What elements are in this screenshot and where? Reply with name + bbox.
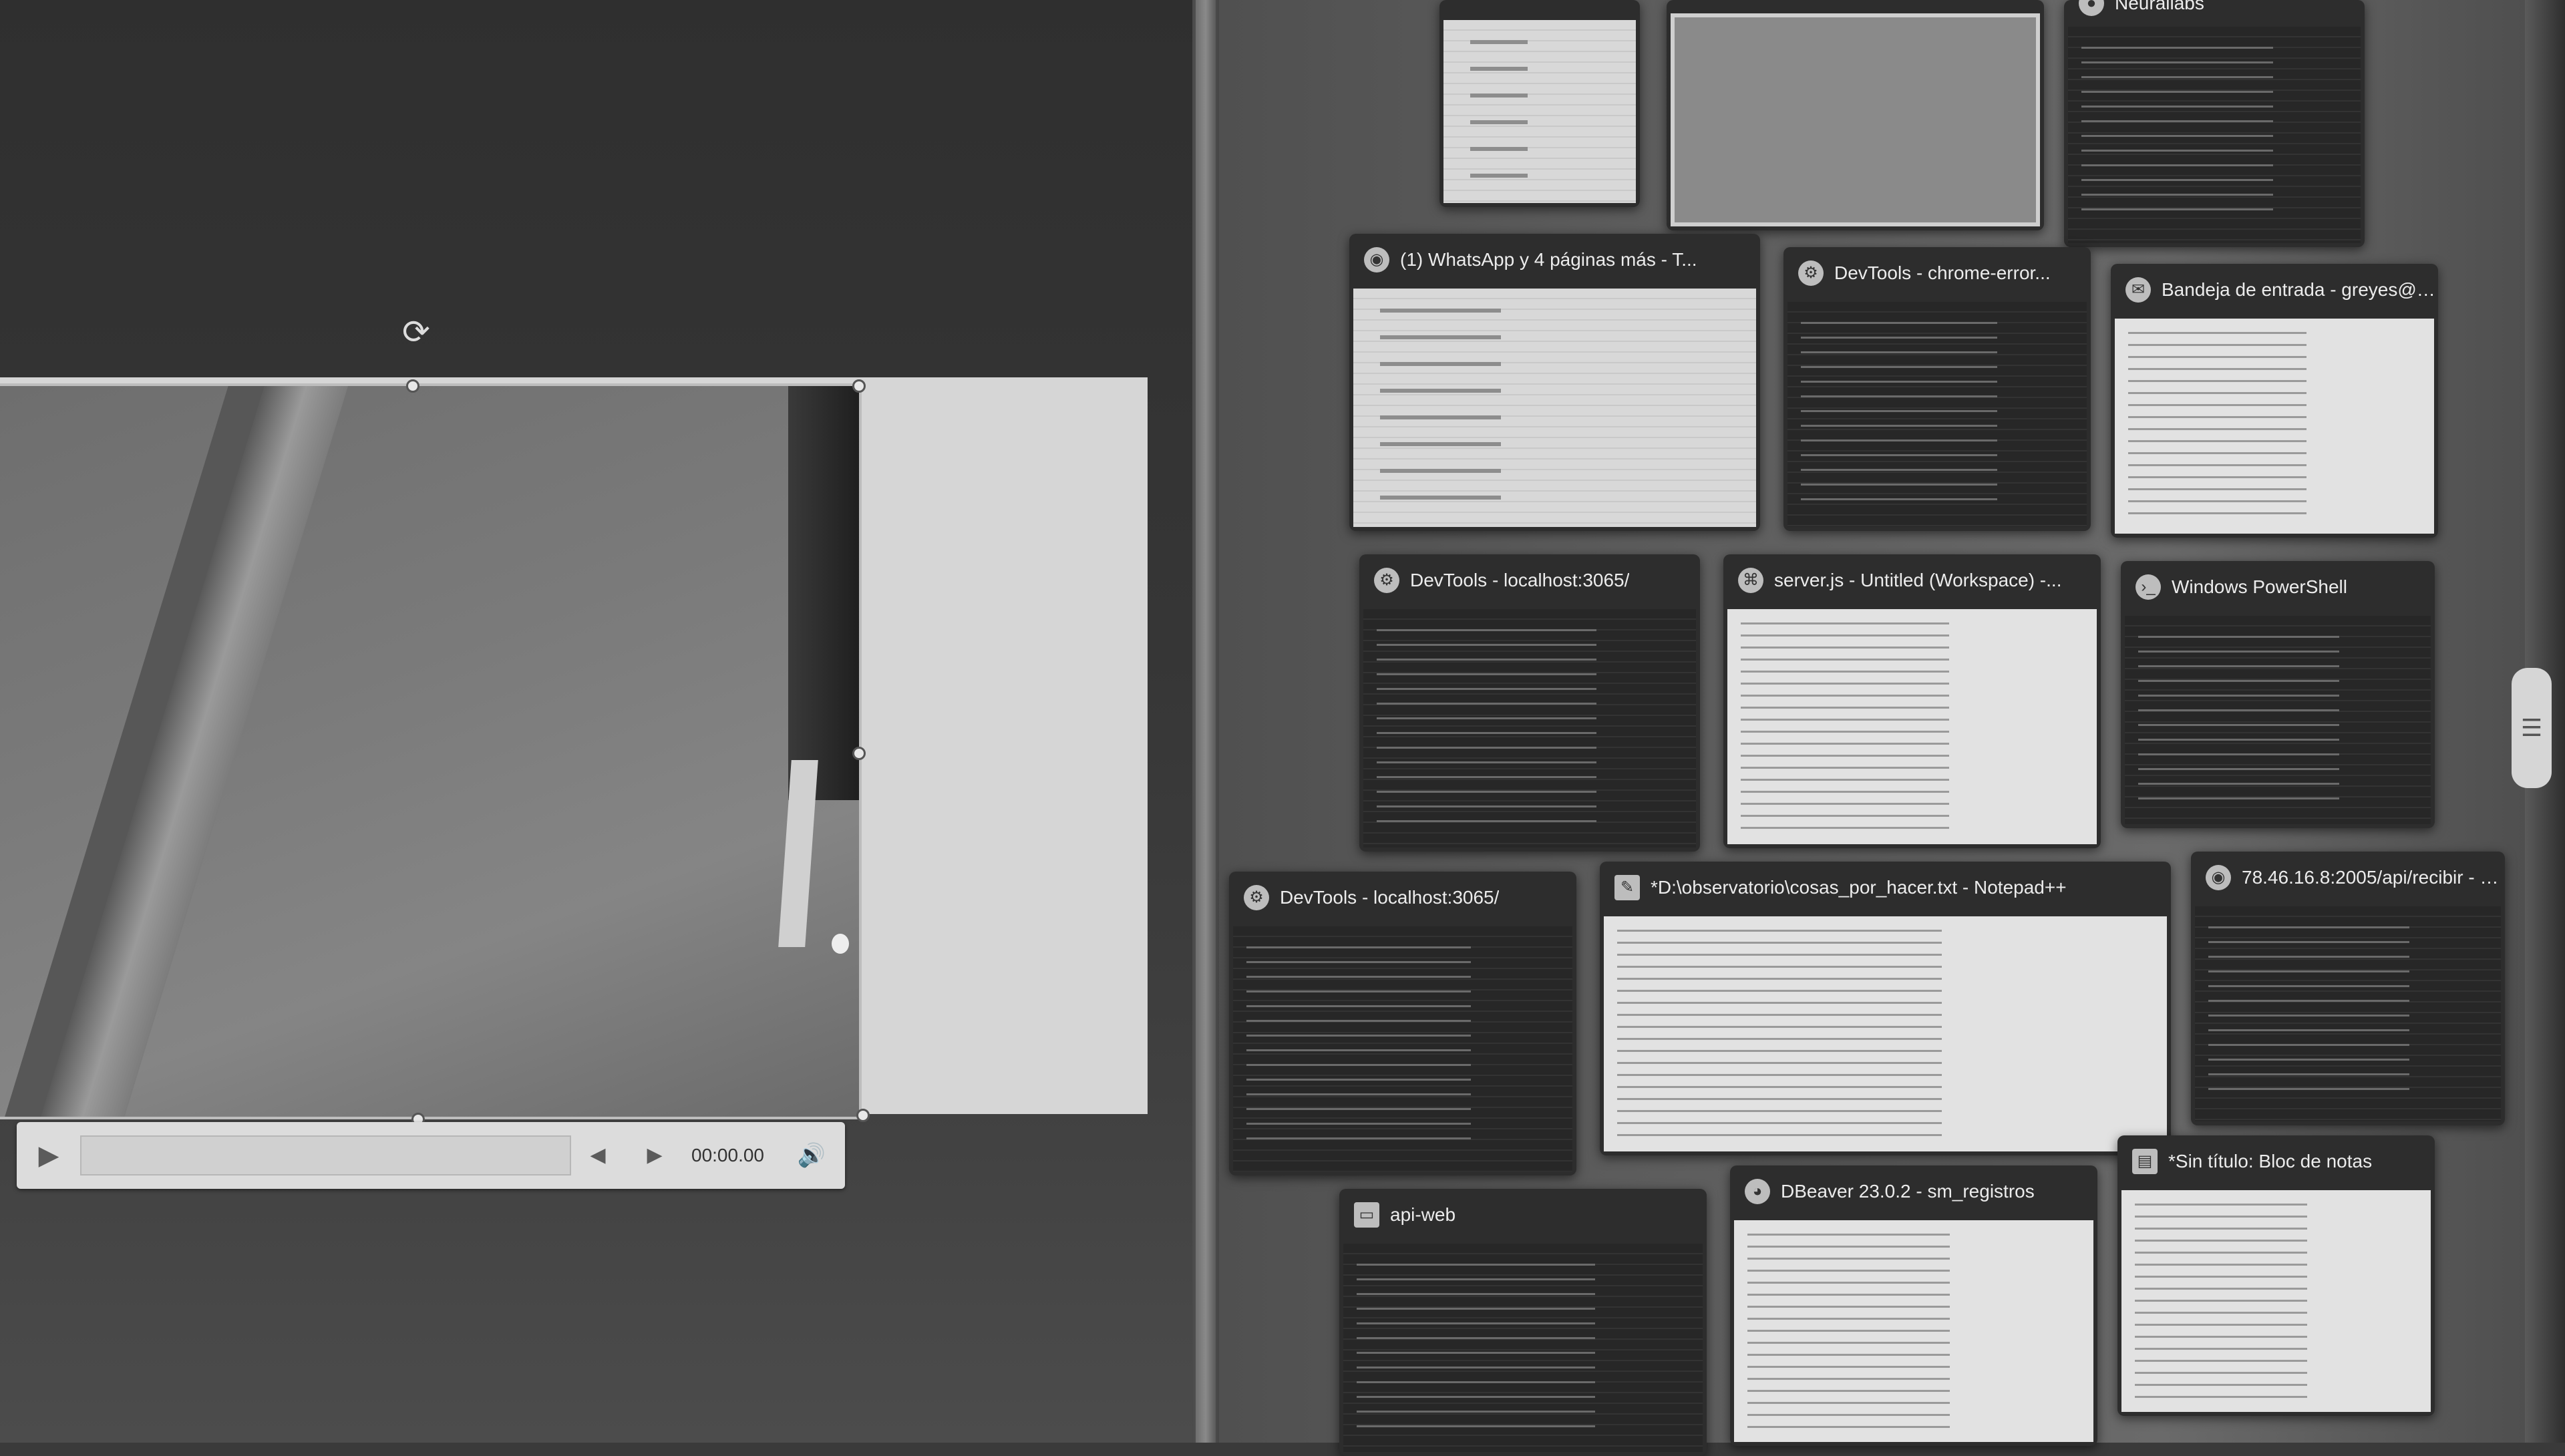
window-thumbnail xyxy=(2121,1190,2431,1412)
window-title-bar: ◕ DBeaver 23.0.2 - sm_registros xyxy=(1730,1165,2097,1218)
volume-icon[interactable]: 🔊 xyxy=(792,1135,832,1175)
task-window-notepadpp[interactable]: ✎ *D:\observatorio\cosas_por_hacer.txt -… xyxy=(1600,862,2171,1155)
side-panel-handle-icon[interactable]: ☰ xyxy=(2512,668,2552,788)
window-title-bar: ◉ (1) WhatsApp y 4 páginas más - T... xyxy=(1349,234,1760,286)
window-title: (1) WhatsApp y 4 páginas más - T... xyxy=(1400,249,1697,270)
chrome-icon: ◉ xyxy=(1364,247,1389,272)
parked-car xyxy=(788,386,862,800)
previous-frame-icon[interactable]: ◀ xyxy=(578,1135,618,1175)
task-window-dbeaver[interactable]: ◕ DBeaver 23.0.2 - sm_registros xyxy=(1730,1165,2097,1446)
seek-bar[interactable] xyxy=(80,1135,571,1175)
window-title: *D:\observatorio\cosas_por_hacer.txt - N… xyxy=(1651,877,2067,898)
task-window-neurallabs[interactable]: ● Neurallabs xyxy=(2064,0,2365,247)
play-icon[interactable]: ▶ xyxy=(29,1135,69,1175)
next-frame-icon[interactable]: ▶ xyxy=(635,1135,675,1175)
devtools-icon: ⚙ xyxy=(1798,260,1824,286)
task-window-powershell[interactable]: ›_ Windows PowerShell xyxy=(2121,561,2435,828)
video-preview[interactable] xyxy=(0,386,862,1119)
window-title: 78.46.16.8:2005/api/recibir - My Wo... xyxy=(2242,867,2505,888)
selection-border-top xyxy=(0,383,862,386)
selection-border-bottom xyxy=(0,1117,862,1119)
window-title-bar: ✎ *D:\observatorio\cosas_por_hacer.txt -… xyxy=(1600,862,2171,914)
window-title: *Sin título: Bloc de notas xyxy=(2168,1151,2373,1171)
task-window-devtools-localhost-1[interactable]: ⚙ DevTools - localhost:3065/ xyxy=(1359,554,1700,852)
road-stripe xyxy=(778,760,818,947)
window-title: DevTools - localhost:3065/ xyxy=(1410,570,1630,590)
window-thumbnail xyxy=(2115,319,2434,534)
powershell-icon: ›_ xyxy=(2135,574,2161,600)
window-title-bar: ⚙ DevTools - localhost:3065/ xyxy=(1229,872,1576,924)
notepad-icon: ▤ xyxy=(2132,1149,2158,1174)
screen-edge xyxy=(1196,0,1216,1443)
car-light xyxy=(832,934,849,954)
window-thumbnail xyxy=(1233,926,1572,1171)
window-title: DevTools - localhost:3065/ xyxy=(1280,887,1500,908)
app-icon: ● xyxy=(2079,0,2104,16)
window-title: Neurallabs xyxy=(2115,0,2204,13)
task-window-bandeja-entrada[interactable]: ✉ Bandeja de entrada - greyes@col... xyxy=(2111,264,2438,538)
browser-icon: ◉ xyxy=(2206,865,2231,890)
task-window-thumbnail-top-2[interactable] xyxy=(1667,0,2044,230)
window-title-bar: ⌘ server.js - Untitled (Workspace) -... xyxy=(1723,554,2101,606)
window-title-bar: ◉ 78.46.16.8:2005/api/recibir - My Wo... xyxy=(2191,852,2505,904)
window-thumbnail xyxy=(1604,916,2167,1151)
window-title: api-web xyxy=(1390,1204,1456,1225)
window-thumbnail xyxy=(1443,20,1636,203)
window-thumbnail xyxy=(2125,616,2431,824)
resize-handle-bottom-right[interactable] xyxy=(856,1109,870,1122)
resize-handle-top[interactable] xyxy=(406,379,419,393)
dbeaver-icon: ◕ xyxy=(1745,1179,1770,1204)
window-thumbnail xyxy=(1787,302,2087,527)
window-thumbnail xyxy=(1727,609,2097,844)
folder-icon: ▭ xyxy=(1354,1202,1379,1228)
window-title-bar: ▤ *Sin título: Bloc de notas xyxy=(2117,1135,2435,1188)
window-thumbnail xyxy=(2195,906,2501,1121)
window-title: Bandeja de entrada - greyes@col... xyxy=(2162,279,2438,300)
vscode-icon: ⌘ xyxy=(1738,568,1763,593)
task-window-server-js[interactable]: ⌘ server.js - Untitled (Workspace) -... xyxy=(1723,554,2101,848)
window-thumbnail xyxy=(1343,1244,1703,1452)
task-window-bloc-de-notas[interactable]: ▤ *Sin título: Bloc de notas xyxy=(2117,1135,2435,1416)
window-thumbnail xyxy=(1671,13,2040,226)
task-window-devtools-chrome-error[interactable]: ⚙ DevTools - chrome-error... xyxy=(1783,247,2091,531)
window-thumbnail xyxy=(2068,27,2361,243)
editor-canvas: ⟳ ▶ ◀ ▶ 00:00.00 🔊 xyxy=(0,0,1192,1443)
time-readout: 00:00.00 xyxy=(691,1145,764,1165)
resize-handle-top-right[interactable] xyxy=(852,379,866,393)
window-title: DBeaver 23.0.2 - sm_registros xyxy=(1781,1181,2035,1202)
devtools-icon: ⚙ xyxy=(1244,885,1269,910)
window-title-bar: ⚙ DevTools - localhost:3065/ xyxy=(1359,554,1700,606)
window-thumbnail xyxy=(1363,609,1696,848)
window-title: Windows PowerShell xyxy=(2172,576,2347,597)
resize-handle-right[interactable] xyxy=(852,747,866,760)
window-title: server.js - Untitled (Workspace) -... xyxy=(1774,570,2062,590)
window-title-bar: ✉ Bandeja de entrada - greyes@col... xyxy=(2111,264,2438,316)
window-title-bar: ● Neurallabs xyxy=(2064,0,2365,16)
window-title-bar: ›_ Windows PowerShell xyxy=(2121,561,2435,613)
task-window-thumbnail-top-1[interactable] xyxy=(1439,0,1640,207)
window-title-bar: ⚙ DevTools - chrome-error... xyxy=(1783,247,2091,299)
task-window-api-recibir[interactable]: ◉ 78.46.16.8:2005/api/recibir - My Wo... xyxy=(2191,852,2505,1125)
task-window-whatsapp[interactable]: ◉ (1) WhatsApp y 4 páginas más - T... xyxy=(1349,234,1760,531)
rotate-handle-icon[interactable]: ⟳ xyxy=(398,314,434,350)
window-thumbnail xyxy=(1353,289,1756,527)
task-window-api-web[interactable]: ▭ api-web xyxy=(1339,1189,1707,1456)
devtools-icon: ⚙ xyxy=(1374,568,1399,593)
notepadpp-icon: ✎ xyxy=(1614,875,1640,900)
task-window-devtools-localhost-2[interactable]: ⚙ DevTools - localhost:3065/ xyxy=(1229,872,1576,1175)
window-title-bar: ▭ api-web xyxy=(1339,1189,1707,1241)
media-controls: ▶ ◀ ▶ 00:00.00 🔊 xyxy=(17,1122,845,1189)
window-title: DevTools - chrome-error... xyxy=(1834,262,2051,283)
mail-icon: ✉ xyxy=(2125,277,2151,303)
window-thumbnail xyxy=(1734,1220,2093,1442)
